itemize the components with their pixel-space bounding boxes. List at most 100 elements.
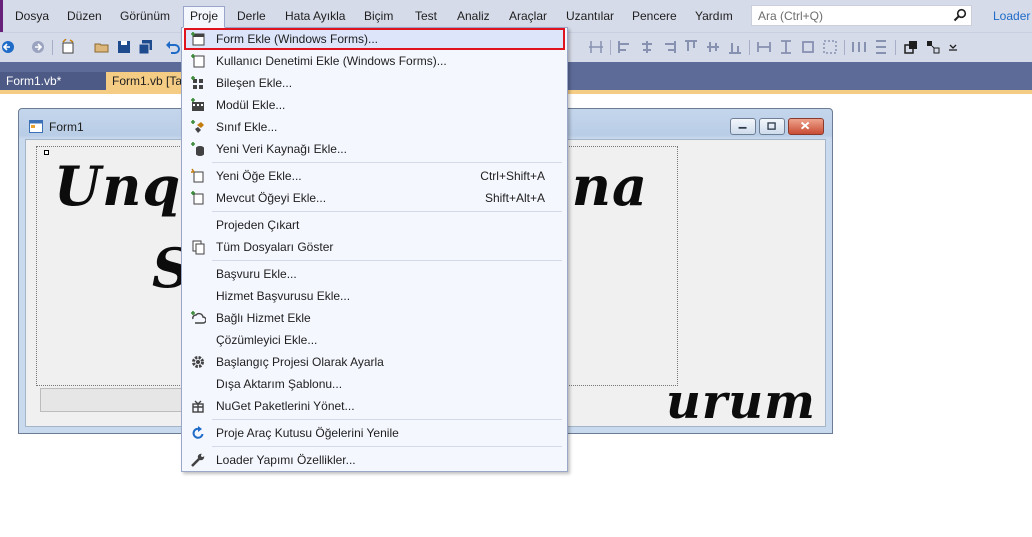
menu-proje[interactable]: Proje — [183, 6, 226, 28]
close-icon — [800, 121, 810, 130]
search-input[interactable] — [752, 6, 954, 25]
menu-araclar[interactable]: Araçlar — [503, 6, 553, 26]
same-height-icon[interactable] — [778, 39, 794, 55]
back-icon[interactable] — [0, 39, 16, 55]
menu-separator — [212, 162, 562, 163]
menu-separator — [212, 211, 562, 212]
menu-derle[interactable]: Derle — [231, 6, 272, 26]
open-file-icon[interactable] — [94, 39, 110, 55]
align-center-icon[interactable] — [639, 39, 655, 55]
menu-item-add-connected-service[interactable]: Bağlı Hizmet Ekle — [184, 307, 565, 329]
add-new-item-icon — [191, 168, 204, 183]
tab-form1-design[interactable]: Form1.vb [Tasarım]* — [106, 72, 186, 90]
align-right-icon[interactable] — [661, 39, 677, 55]
menu-item-project-properties[interactable]: Loader Yapımı Özellikler... — [184, 449, 565, 471]
menu-item-add-form[interactable]: Form Ekle (Windows Forms)... — [184, 28, 565, 50]
menu-gorunum[interactable]: Görünüm — [114, 6, 176, 26]
nuget-icon — [192, 400, 204, 413]
search-icon[interactable] — [953, 8, 967, 22]
toolbar-separator — [844, 40, 845, 55]
menu-item-refresh-toolbox[interactable]: Proje Araç Kutusu Öğelerini Yenile — [184, 422, 565, 444]
menu-analiz[interactable]: Analiz — [451, 6, 496, 26]
menu-test[interactable]: Test — [409, 6, 443, 26]
save-all-icon[interactable] — [138, 39, 154, 55]
menu-item-add-analyzer[interactable]: Çözümleyici Ekle... — [184, 329, 565, 351]
vertical-spacing-icon[interactable] — [873, 39, 889, 55]
toolbar-separator — [610, 40, 611, 55]
toolbar-separator — [749, 40, 750, 55]
add-user-control-icon — [191, 54, 205, 68]
menu-item-add-new-item[interactable]: Yeni Öğe Ekle... Ctrl+Shift+A — [184, 165, 565, 187]
save-icon[interactable] — [116, 39, 132, 55]
align-middle-icon[interactable] — [705, 39, 721, 55]
menu-duzen[interactable]: Düzen — [61, 6, 108, 26]
menu-item-label: Kullanıcı Denetimi Ekle (Windows Forms).… — [216, 54, 447, 68]
minimize-icon — [738, 126, 747, 129]
add-form-icon — [191, 32, 205, 46]
menu-item-label: NuGet Paketlerini Yönet... — [216, 399, 355, 413]
menu-item-label: Hizmet Başvurusu Ekle... — [216, 289, 351, 303]
menu-item-export-template[interactable]: Dışa Aktarım Şablonu... — [184, 373, 565, 395]
connected-service-icon — [191, 311, 206, 324]
maximize-button[interactable] — [759, 118, 785, 135]
menu-item-add-component[interactable]: Bileşen Ekle... — [184, 72, 565, 94]
align-grid-icon[interactable] — [588, 39, 604, 55]
menu-item-add-module[interactable]: Modül Ekle... — [184, 94, 565, 116]
menu-separator — [212, 419, 562, 420]
menu-item-label: Yeni Veri Kaynağı Ekle... — [216, 142, 347, 156]
project-menu-dropdown: Form Ekle (Windows Forms)... Kullanıcı D… — [181, 27, 568, 472]
same-width-icon[interactable] — [756, 39, 772, 55]
toolbar-separator — [895, 40, 896, 55]
menu-separator — [212, 260, 562, 261]
menu-item-set-startup-project[interactable]: Başlangıç Projesi Olarak Ayarla — [184, 351, 565, 373]
bring-to-front-icon[interactable] — [903, 39, 919, 55]
account-label[interactable]: Loader — [993, 9, 1030, 23]
menu-item-shortcut: Ctrl+Shift+A — [480, 169, 545, 183]
menu-item-add-class[interactable]: Sınıf Ekle... — [184, 116, 565, 138]
add-data-source-icon — [191, 142, 204, 156]
menu-item-label: Başvuru Ekle... — [216, 267, 297, 281]
add-module-icon — [191, 98, 204, 111]
maximize-icon — [767, 122, 776, 130]
align-top-icon[interactable] — [683, 39, 699, 55]
menu-item-exclude-from-project[interactable]: Projeden Çıkart — [184, 214, 565, 236]
new-project-icon[interactable] — [60, 39, 76, 55]
close-button[interactable] — [788, 118, 824, 135]
horizontal-spacing-icon[interactable] — [851, 39, 867, 55]
menu-item-show-all-files[interactable]: Tüm Dosyaları Göster — [184, 236, 565, 258]
menu-item-manage-nuget[interactable]: NuGet Paketlerini Yönet... — [184, 395, 565, 417]
undo-icon[interactable] — [165, 39, 181, 55]
menu-item-add-data-source[interactable]: Yeni Veri Kaynağı Ekle... — [184, 138, 565, 160]
tab-order-icon[interactable] — [925, 39, 941, 55]
align-bottom-icon[interactable] — [727, 39, 743, 55]
selection-handle[interactable] — [44, 150, 49, 155]
menu-item-label: Başlangıç Projesi Olarak Ayarla — [216, 355, 384, 369]
menu-pencere[interactable]: Pencere — [626, 6, 683, 26]
menu-uzantilar[interactable]: Uzantılar — [560, 6, 620, 26]
quick-launch-search[interactable] — [751, 5, 972, 26]
minimize-button[interactable] — [730, 118, 756, 135]
vs-accent-strip — [0, 0, 3, 32]
menu-item-label: Bileşen Ekle... — [216, 76, 293, 90]
menu-item-label: Projeden Çıkart — [216, 218, 300, 232]
menu-item-label: Mevcut Öğeyi Ekle... — [216, 191, 327, 205]
form-icon — [29, 120, 43, 133]
refresh-icon — [192, 426, 204, 439]
add-component-icon — [191, 76, 203, 89]
align-left-icon[interactable] — [617, 39, 633, 55]
size-to-grid-icon[interactable] — [822, 39, 838, 55]
menu-bicim[interactable]: Biçim — [358, 6, 399, 26]
menu-dosya[interactable]: Dosya — [9, 6, 55, 26]
same-size-icon[interactable] — [800, 39, 816, 55]
toolbar-overflow-icon[interactable] — [945, 39, 961, 55]
menu-item-add-reference[interactable]: Başvuru Ekle... — [184, 263, 565, 285]
menu-item-label: Sınıf Ekle... — [216, 120, 278, 134]
forward-icon[interactable] — [30, 39, 46, 55]
menu-item-add-existing-item[interactable]: Mevcut Öğeyi Ekle... Shift+Alt+A — [184, 187, 565, 209]
menu-yardim[interactable]: Yardım — [689, 6, 739, 26]
tab-form1-vb[interactable]: Form1.vb* — [0, 72, 106, 90]
menu-item-add-service-reference[interactable]: Hizmet Başvurusu Ekle... — [184, 285, 565, 307]
menu-item-add-user-control[interactable]: Kullanıcı Denetimi Ekle (Windows Forms).… — [184, 50, 565, 72]
menu-hata-ayikla[interactable]: Hata Ayıkla — [279, 6, 351, 26]
menu-item-label: Çözümleyici Ekle... — [216, 333, 318, 347]
